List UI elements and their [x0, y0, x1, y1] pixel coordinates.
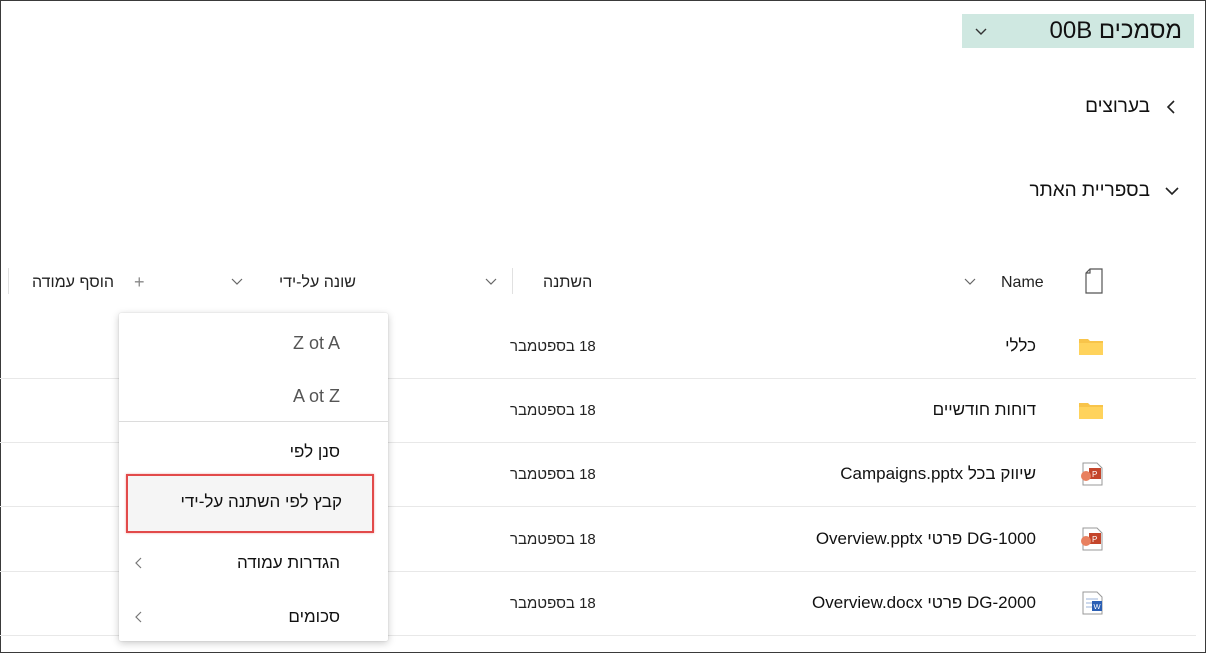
column-modified[interactable]: השתנה — [543, 274, 592, 292]
chevron-down-icon[interactable] — [963, 275, 977, 289]
column-modified-by[interactable]: שונה על-ידי — [279, 274, 356, 292]
svg-text:P: P — [1092, 535, 1097, 544]
column-divider — [512, 268, 513, 294]
menu-item-filter-by[interactable]: סנן לפי — [119, 427, 388, 477]
chevron-left-icon — [135, 557, 142, 569]
menu-item-column-settings[interactable]: הגדרות עמודה — [119, 538, 388, 588]
menu-item-group-by[interactable]: קבץ לפי השתנה על-ידי — [126, 474, 374, 533]
chevron-down-icon[interactable] — [230, 275, 244, 289]
menu-item-label: הגדרות עמודה — [236, 553, 340, 572]
column-header-row: Name השתנה שונה על-ידי הוסף עמודה + — [0, 262, 1206, 306]
powerpoint-icon: P — [1081, 527, 1103, 551]
row-modified: 18 בספטמבר — [510, 338, 596, 355]
chevron-right-icon — [1166, 100, 1175, 114]
svg-text:W: W — [1094, 602, 1102, 611]
menu-item-label: Z ot A — [292, 333, 340, 353]
column-context-menu: Z ot A A ot Z סנן לפי קבץ לפי השתנה על-י… — [119, 313, 388, 641]
powerpoint-icon: P — [1081, 462, 1103, 486]
row-name[interactable]: שיווק בכל Campaigns.pptx — [840, 464, 1036, 484]
svg-text:P: P — [1092, 470, 1097, 479]
library-title: מסמכים 00B — [1049, 17, 1182, 44]
section-site-library[interactable]: בספריית האתר — [1029, 180, 1180, 202]
column-divider — [8, 268, 9, 294]
library-switcher[interactable]: מסמכים 00B — [962, 14, 1194, 48]
menu-item-label: סנן לפי — [289, 442, 340, 461]
row-modified: 18 בספטמבר — [510, 466, 596, 483]
row-modified: 18 בספטמבר — [510, 595, 596, 612]
menu-divider — [119, 421, 388, 422]
menu-item-label: A ot Z — [292, 386, 340, 406]
column-name[interactable]: Name — [1001, 274, 1044, 292]
menu-item-sort-a-z[interactable]: A ot Z — [119, 371, 388, 421]
chevron-down-icon[interactable] — [484, 275, 498, 289]
row-modified: 18 בספטמבר — [510, 402, 596, 419]
folder-icon — [1079, 403, 1103, 419]
menu-item-label: קבץ לפי השתנה על-ידי — [180, 492, 342, 511]
row-name[interactable]: כללי — [1005, 336, 1036, 356]
add-icon: + — [134, 272, 145, 292]
section-site-library-label: בספריית האתר — [1029, 180, 1150, 201]
row-name[interactable]: דוחות חודשיים — [933, 400, 1036, 420]
menu-item-sort-z-a[interactable]: Z ot A — [119, 318, 388, 368]
file-type-icon[interactable] — [1084, 268, 1104, 294]
section-channels[interactable]: בערוצים — [1085, 96, 1180, 118]
folder-icon — [1079, 339, 1103, 355]
menu-item-label: סכומים — [288, 607, 340, 626]
row-name[interactable]: DG-2000 פרטי Overview.docx — [812, 593, 1036, 613]
chevron-down-icon — [1165, 187, 1179, 196]
word-icon: W — [1082, 591, 1103, 615]
chevron-down-icon — [975, 28, 987, 35]
row-modified: 18 בספטמבר — [510, 531, 596, 548]
row-name[interactable]: DG-1000 פרטי Overview.pptx — [816, 529, 1036, 549]
menu-item-totals[interactable]: סכומים — [119, 592, 388, 642]
chevron-left-icon — [135, 611, 142, 623]
section-channels-label: בערוצים — [1085, 96, 1150, 117]
add-column-button[interactable]: הוסף עמודה — [32, 274, 114, 292]
